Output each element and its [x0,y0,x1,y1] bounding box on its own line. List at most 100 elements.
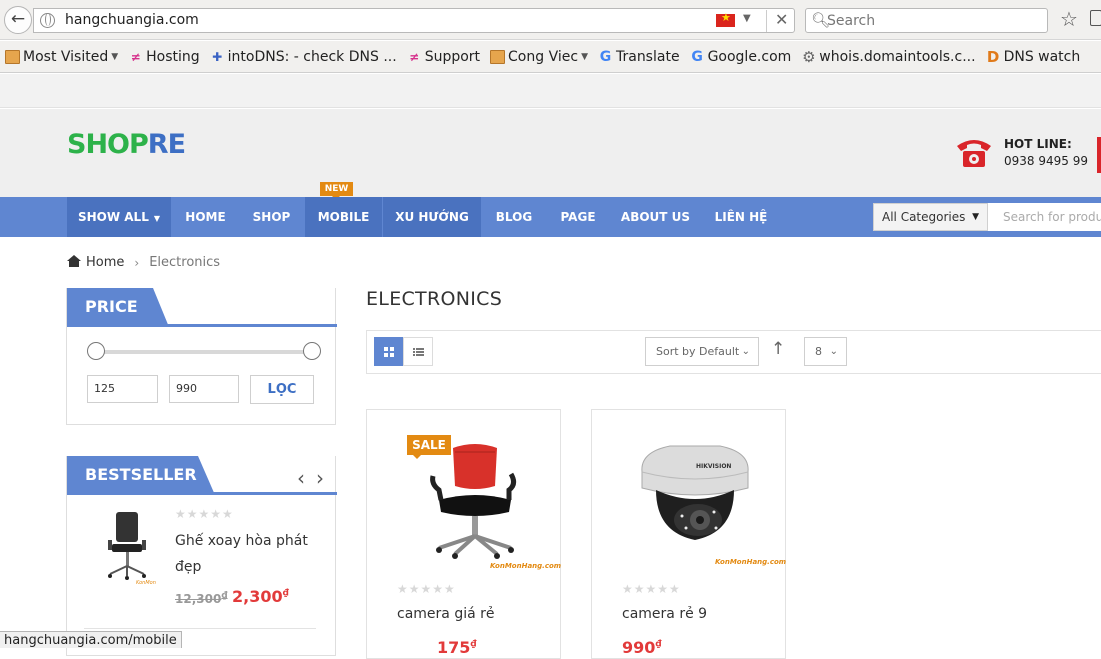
office-chair-thumbnail[interactable]: KonMon [100,506,160,586]
reader-icon[interactable] [1090,10,1101,26]
price-min-input[interactable]: 125 [87,375,158,403]
bestseller-heading: BESTSELLER [85,465,197,484]
bookmark-translate[interactable]: G Translate [598,49,680,65]
currency-symbol: ₫ [470,639,477,650]
caret-down-icon: ▼ [972,212,979,222]
office-chair-image[interactable] [425,440,545,570]
per-page-select[interactable]: 8 ⌄ [804,337,847,366]
brand-watermark: KonMonHang.com [490,562,562,570]
price-slider-max-handle[interactable] [303,342,321,360]
nav-blog[interactable]: BLOG [485,197,543,237]
currency-symbol: ₫ [655,639,662,650]
globe-icon [40,13,55,28]
browser-toolbar: ← hangchuangia.com ▼ ✕ 🔍︎ Search ☆ [0,0,1101,40]
bestseller-rating: ★★★★★ [175,507,234,521]
grid-view-button[interactable] [374,337,403,366]
breadcrumb-home[interactable]: Home [86,255,124,270]
url-field[interactable]: hangchuangia.com ▼ ✕ [33,8,795,33]
price-max-input[interactable]: 990 [169,375,239,403]
browser-search-field[interactable]: 🔍︎ Search [805,8,1048,33]
bestseller-old-price: 12,300₫ [175,591,228,606]
page-title: ELECTRONICS [366,288,503,310]
folder-icon [5,49,20,64]
svg-text:HIKVISION: HIKVISION [696,463,731,470]
price-slider-track[interactable] [96,350,312,354]
header-cart-edge[interactable] [1097,137,1101,173]
nav-home[interactable]: HOME [174,197,237,237]
category-select-value: All Categories [882,210,966,224]
back-button[interactable]: ← [4,6,32,34]
google-icon: G [599,48,612,65]
bestseller-product-name[interactable]: Ghế xoay hòa phát đẹp [175,528,315,580]
bookmark-dns-watch[interactable]: D DNS watch [986,47,1081,66]
old-price-value: 12,300 [175,592,222,606]
nav-label: SHOW ALL [77,210,149,224]
price-filter-widget: PRICE [66,288,337,425]
svg-text:KonMon: KonMon [136,580,156,586]
dome-camera-image[interactable]: HIKVISION [630,432,760,562]
per-page-value: 8 [815,345,822,358]
hotline-number: 0938 9495 99 [1004,154,1088,168]
home-icon [67,255,81,268]
phone-icon [957,140,991,167]
nav-show-all[interactable]: SHOW ALL ▼ [67,197,171,237]
bookmark-label: Support [424,48,481,65]
bookmark-label: Most Visited [23,48,109,65]
carousel-prev-icon[interactable]: ‹ [297,466,305,490]
nav-xu-huong[interactable]: XU HƯỚNG [383,197,481,237]
currency-symbol: ₫ [221,591,228,601]
chevron-down-icon: ⌄ [741,346,750,357]
back-arrow-icon: ← [10,9,26,29]
bookmark-label: Cong Viec [508,48,579,65]
price-slider-min-handle[interactable] [87,342,105,360]
logo-text-shop: SHOP [67,129,149,160]
nav-about-us[interactable]: ABOUT US [612,197,699,237]
bookmark-hosting[interactable]: ≠ Hosting [128,49,200,65]
sort-select[interactable]: Sort by Default ⌄ [645,337,759,366]
carousel-next-icon[interactable]: › [316,466,324,490]
url-history-dropdown-icon[interactable]: ▼ [743,13,751,24]
bookmark-intodns[interactable]: ✚ intoDNS: - check DNS ... [210,49,397,65]
hotline-label: HOT LINE: [1004,137,1072,151]
sort-direction-icon[interactable]: ↑ [771,339,785,359]
bestseller-price: 2,300₫ [232,587,289,606]
filter-button[interactable]: LỌC [250,375,314,404]
chevron-right-icon: › [134,255,140,270]
bookmark-most-visited[interactable]: Most Visited ▼ [5,49,118,65]
d-icon: D [986,47,1000,66]
site-logo[interactable]: SHOPRE [67,129,186,160]
chevron-down-icon: ▼ [581,51,588,62]
search-placeholder: Search [827,13,876,29]
breadcrumb-current: Electronics [149,255,221,270]
bookmark-label: whois.domaintools.c... [819,48,976,65]
nav-shop[interactable]: SHOP [241,197,302,237]
stop-icon[interactable]: ✕ [766,10,788,32]
bookmark-support[interactable]: ≠ Support [407,49,480,65]
bookmark-label: intoDNS: - check DNS ... [227,48,397,65]
chevron-down-icon: ⌄ [829,346,838,357]
top-strip [0,74,1101,108]
site-header: SHOPRE HOT LINE: 0938 9495 99 [0,109,1101,197]
heading-underline [67,492,337,495]
nav-page[interactable]: PAGE [550,197,606,237]
site-icon: ≠ [130,49,141,64]
product-search-input[interactable]: Search for produ [988,203,1101,231]
currency-symbol: ₫ [282,588,289,599]
bookmark-whois[interactable]: ⚙ whois.domaintools.c... [801,48,976,65]
list-view-button[interactable] [403,337,433,366]
sort-select-value: Sort by Default [656,345,740,358]
bookmark-label: DNS watch [1003,48,1081,65]
category-select[interactable]: All Categories ▼ [873,203,988,231]
product-name[interactable]: camera giá rẻ [397,606,495,622]
product-name[interactable]: camera rẻ 9 [622,606,707,622]
bookmark-star-icon[interactable]: ☆ [1060,7,1078,31]
brand-watermark: KonMonHang.com [715,558,787,566]
nav-lien-he[interactable]: LIÊN HỆ [705,197,777,237]
site-icon: ≠ [409,49,420,64]
bookmark-cong-viec[interactable]: Cong Viec ▼ [490,49,588,65]
nav-mobile[interactable]: MOBILE [305,197,382,237]
bookmarks-toolbar: Most Visited ▼ ≠ Hosting ✚ intoDNS: - che… [0,41,1101,73]
product-rating: ★★★★★ [622,582,681,596]
logo-text-re: RE [147,129,186,160]
bookmark-google[interactable]: G Google.com [690,49,791,65]
